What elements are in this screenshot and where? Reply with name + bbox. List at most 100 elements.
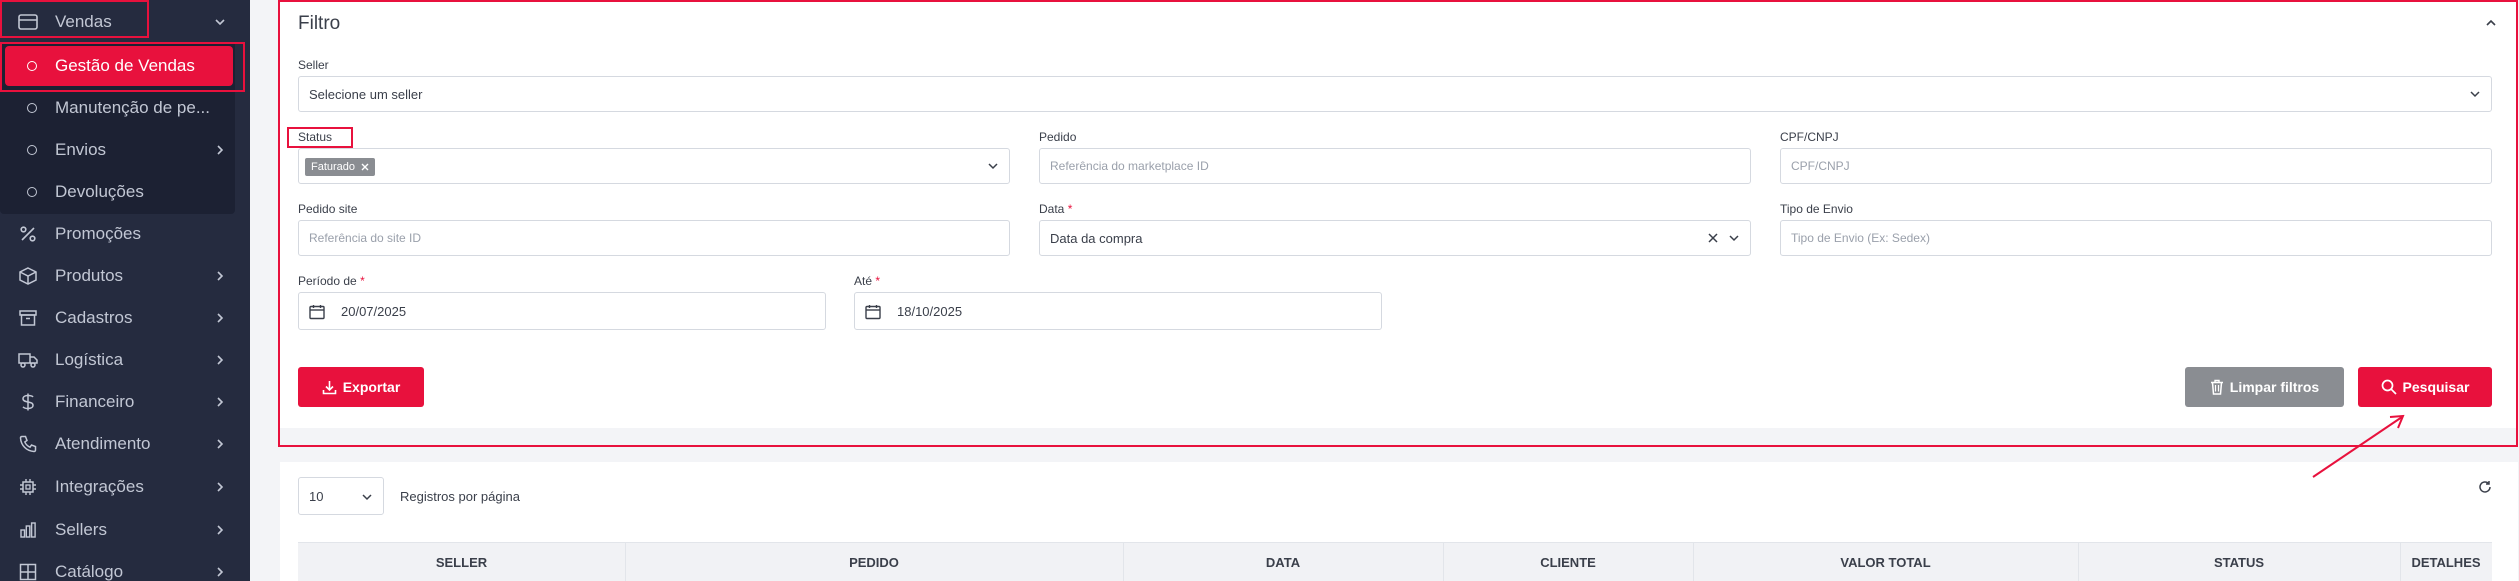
chevron-right-icon	[213, 395, 227, 409]
page-size-select[interactable]: 10	[298, 477, 384, 515]
required-mark: *	[875, 274, 881, 288]
tipo-envio-placeholder: Tipo de Envio (Ex: Sedex)	[1791, 231, 1930, 245]
chevron-right-icon	[213, 437, 227, 451]
main-content: Filtro Seller Selecione um seller Status…	[250, 0, 2519, 581]
seller-select-value: Selecione um seller	[309, 87, 423, 102]
submenu-item-label: Gestão de Vendas	[55, 56, 195, 75]
results-card: 10 Registros por página SELLER PEDIDO DA…	[280, 462, 2518, 581]
close-icon[interactable]	[361, 163, 369, 171]
pedido-site-placeholder: Referência do site ID	[309, 231, 422, 245]
chart-bars-icon	[18, 521, 38, 539]
seller-label: Seller	[298, 58, 329, 72]
data-select-value: Data da compra	[1050, 231, 1143, 246]
sidebar-item-label: Cadastros	[55, 308, 133, 327]
download-icon	[322, 380, 337, 395]
sidebar-item-catalogo[interactable]: Catálogo	[0, 551, 250, 581]
tipo-envio-input[interactable]: Tipo de Envio (Ex: Sedex)	[1780, 220, 2492, 256]
periodo-date-input[interactable]: 20/07/2025	[298, 292, 826, 330]
sidebar-item-label: Atendimento	[55, 434, 151, 453]
column-pedido[interactable]: PEDIDO	[625, 542, 1123, 581]
export-button[interactable]: Exportar	[298, 367, 424, 407]
chevron-right-icon	[213, 269, 227, 283]
periodo-label: Período de *	[298, 274, 365, 288]
sidebar-item-financeiro[interactable]: Financeiro	[0, 381, 250, 423]
chevron-right-icon	[213, 353, 227, 367]
pedido-placeholder: Referência do marketplace ID	[1050, 159, 1209, 173]
ate-label-text: Até	[854, 274, 873, 288]
filter-card: Filtro Seller Selecione um seller Status…	[280, 0, 2518, 428]
cpf-cnpj-input[interactable]: CPF/CNPJ	[1780, 148, 2492, 184]
chevron-right-icon	[213, 523, 227, 537]
sidebar-item-label: Produtos	[55, 266, 124, 285]
column-seller[interactable]: SELLER	[298, 542, 625, 581]
sidebar-item-label: Vendas	[55, 12, 112, 31]
sidebar-item-logistica[interactable]: Logística	[0, 339, 250, 381]
trash-icon	[2210, 379, 2224, 395]
pedido-input[interactable]: Referência do marketplace ID	[1039, 148, 1751, 184]
column-valor-total[interactable]: VALOR TOTAL	[1693, 542, 2078, 581]
archive-icon	[18, 309, 38, 327]
pedido-site-label: Pedido site	[298, 202, 358, 216]
chevron-up-icon[interactable]	[2484, 16, 2498, 30]
column-data[interactable]: DATA	[1123, 542, 1443, 581]
status-tag: Faturado	[305, 158, 376, 176]
sidebar-item-label: Financeiro	[55, 392, 135, 411]
status-select[interactable]: Faturado	[298, 148, 1010, 184]
sidebar-item-atendimento[interactable]: Atendimento	[0, 423, 250, 465]
page-size-value: 10	[309, 489, 324, 504]
submenu-item-devolucoes[interactable]: Devoluções	[5, 172, 233, 212]
chevron-down-icon	[2469, 88, 2481, 100]
sidebar-item-label: Sellers	[55, 520, 107, 539]
cpf-cnpj-placeholder: CPF/CNPJ	[1791, 159, 1850, 173]
submenu-item-label: Devoluções	[55, 182, 144, 201]
submenu-item-manutencao[interactable]: Manutenção de pe...	[5, 88, 233, 128]
data-label-text: Data	[1039, 202, 1065, 216]
status-label: Status	[298, 130, 333, 144]
page-size-label: Registros por página	[400, 489, 520, 504]
vendas-submenu: Gestão de Vendas Manutenção de pe... Env…	[0, 44, 235, 214]
chevron-down-icon	[1728, 232, 1740, 244]
sidebar-item-sellers[interactable]: Sellers	[0, 509, 250, 551]
clear-filters-label: Limpar filtros	[2229, 379, 2320, 395]
pedido-label: Pedido	[1039, 130, 1077, 144]
chevron-right-icon	[213, 480, 227, 494]
sidebar-item-vendas[interactable]: Vendas	[0, 1, 250, 43]
circle-icon	[27, 145, 37, 155]
filter-title: Filtro	[298, 13, 341, 34]
column-status[interactable]: STATUS	[2078, 542, 2400, 581]
circle-icon	[27, 61, 37, 71]
required-mark: *	[360, 274, 365, 288]
box-icon	[18, 267, 38, 285]
chevron-right-icon	[213, 565, 227, 579]
calendar-icon	[865, 304, 881, 320]
ate-label: Até *	[854, 274, 880, 288]
data-label: Data *	[1039, 202, 1072, 216]
column-detalhes[interactable]: DETALHES	[2400, 542, 2492, 581]
chevron-down-icon	[213, 15, 227, 29]
percent-icon	[18, 225, 38, 243]
sidebar-item-promocoes[interactable]: Promoções	[0, 213, 250, 255]
column-cliente[interactable]: CLIENTE	[1443, 542, 1693, 581]
sidebar-item-integracoes[interactable]: Integrações	[0, 466, 250, 508]
credit-card-icon	[18, 13, 38, 31]
sidebar-item-produtos[interactable]: Produtos	[0, 255, 250, 297]
chevron-down-icon	[361, 491, 373, 503]
sidebar-item-label: Logística	[55, 350, 124, 369]
ate-date-input[interactable]: 18/10/2025	[854, 292, 1382, 330]
data-select[interactable]: Data da compra	[1039, 220, 1751, 256]
submenu-item-label: Envios	[55, 140, 107, 159]
sidebar-item-label: Promoções	[55, 224, 141, 243]
required-mark: *	[1067, 202, 1073, 216]
pedido-site-input[interactable]: Referência do site ID	[298, 220, 1010, 256]
sidebar-item-cadastros[interactable]: Cadastros	[0, 297, 250, 339]
refresh-icon[interactable]	[2478, 480, 2492, 494]
cpu-icon	[18, 478, 38, 496]
circle-icon	[27, 187, 37, 197]
submenu-item-gestao-de-vendas[interactable]: Gestão de Vendas	[5, 46, 233, 86]
catalog-icon	[18, 563, 38, 581]
seller-select[interactable]: Selecione um seller	[298, 76, 2492, 112]
clear-icon[interactable]	[1708, 233, 1718, 243]
submenu-item-envios[interactable]: Envios	[5, 130, 233, 170]
annotation-arrow	[2312, 414, 2405, 478]
ate-value: 18/10/2025	[897, 304, 963, 319]
